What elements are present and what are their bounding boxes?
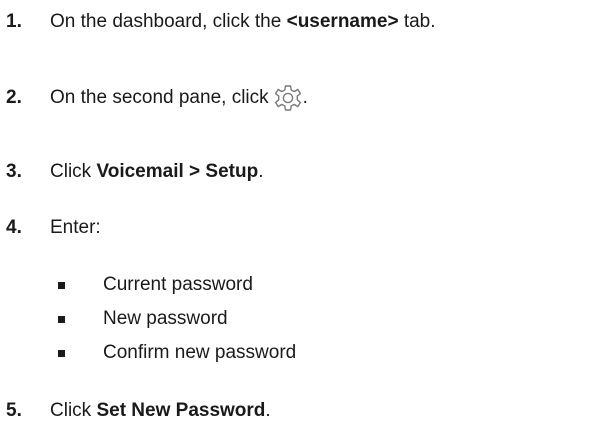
- step-4: 4. Enter:: [6, 214, 101, 242]
- step-number: 3.: [6, 161, 22, 182]
- list-item: Current password: [58, 272, 253, 298]
- step-text: Click: [50, 161, 97, 182]
- bullet-icon: [58, 281, 65, 289]
- step-text-end: tab.: [398, 11, 436, 32]
- step-text-end: .: [265, 400, 271, 421]
- step-number: 5.: [6, 400, 22, 421]
- bullet-icon: [58, 315, 65, 323]
- step-3: 3. Click Voicemail > Setup .: [6, 158, 263, 186]
- step-number: 4.: [6, 217, 22, 238]
- step-text-end: .: [258, 161, 264, 182]
- step-5: 5. Click Set New Password .: [6, 397, 271, 425]
- step-bold-text: Set New Password: [96, 400, 266, 421]
- step-1: 1. On the dashboard, click the <username…: [6, 8, 436, 36]
- step-text: Click: [50, 400, 97, 421]
- step-text: On the second pane, click: [50, 87, 269, 108]
- list-item: New password: [58, 306, 228, 332]
- bullet-icon: [58, 349, 65, 357]
- gear-icon: [273, 83, 303, 113]
- step-bold-text: Voicemail > Setup: [96, 161, 259, 182]
- step-number: 1.: [6, 11, 22, 32]
- list-item: Confirm new password: [58, 340, 296, 366]
- list-item-text: New password: [103, 308, 228, 329]
- step-number: 2.: [6, 87, 22, 108]
- list-item-text: Current password: [103, 274, 253, 295]
- step-text: On the dashboard, click the: [50, 11, 287, 32]
- step-2: 2. On the second pane, click .: [6, 84, 308, 112]
- list-item-text: Confirm new password: [103, 342, 297, 363]
- step-text: Enter:: [50, 217, 101, 238]
- step-text-end: .: [302, 87, 308, 108]
- step-bold-text: <username>: [286, 11, 399, 32]
